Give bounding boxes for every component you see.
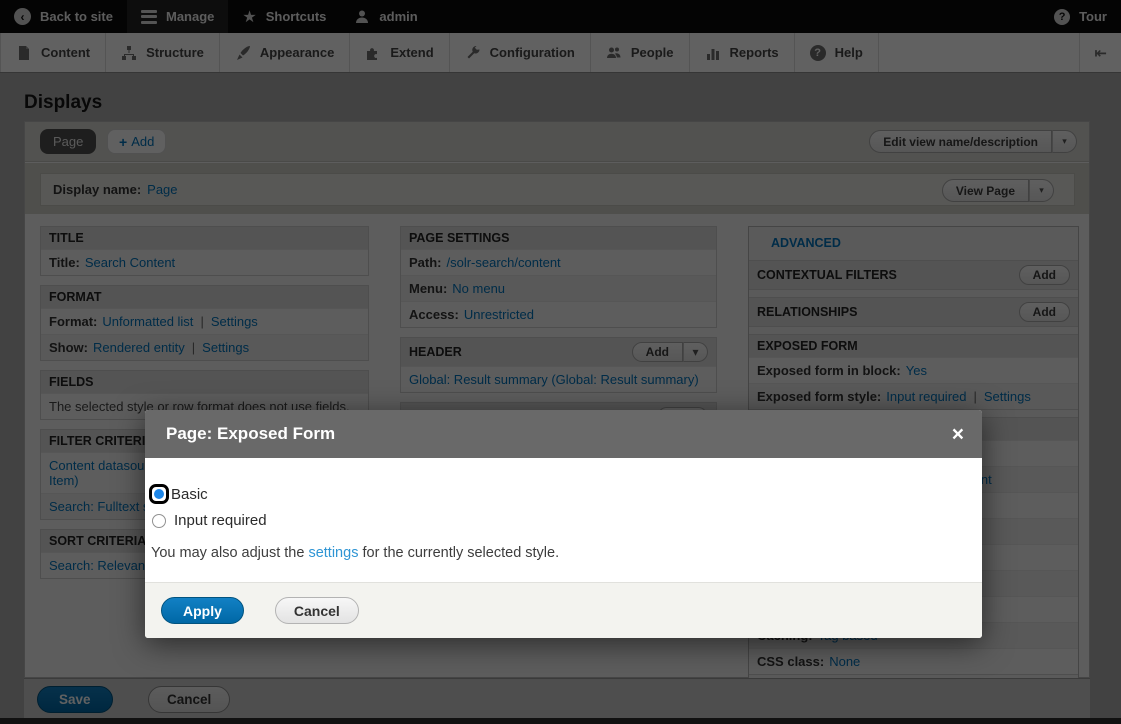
exposed-form-dialog: Page: Exposed Form × Basic Input require… [145,410,982,638]
dialog-body: Basic Input required You may also adjust… [145,458,982,582]
radio-option-basic[interactable]: Basic [149,484,962,504]
radio-selected-icon [149,484,169,504]
apply-button[interactable]: Apply [161,597,244,624]
radio-unselected-icon [152,514,166,528]
radio-option-input-required[interactable]: Input required [149,512,962,529]
dialog-header[interactable]: Page: Exposed Form × [145,410,982,458]
note-text-after: for the currently selected style. [358,545,559,561]
dialog-title: Page: Exposed Form [166,424,335,444]
note-text-before: You may also adjust the [151,545,308,561]
close-icon[interactable]: × [952,424,964,445]
dialog-note: You may also adjust the settings for the… [149,545,962,561]
settings-link[interactable]: settings [308,545,358,561]
dialog-cancel-button[interactable]: Cancel [275,597,359,624]
radio-input-required-label: Input required [174,512,267,529]
dialog-button-pane: Apply Cancel [145,582,982,638]
radio-basic-label: Basic [171,486,208,503]
